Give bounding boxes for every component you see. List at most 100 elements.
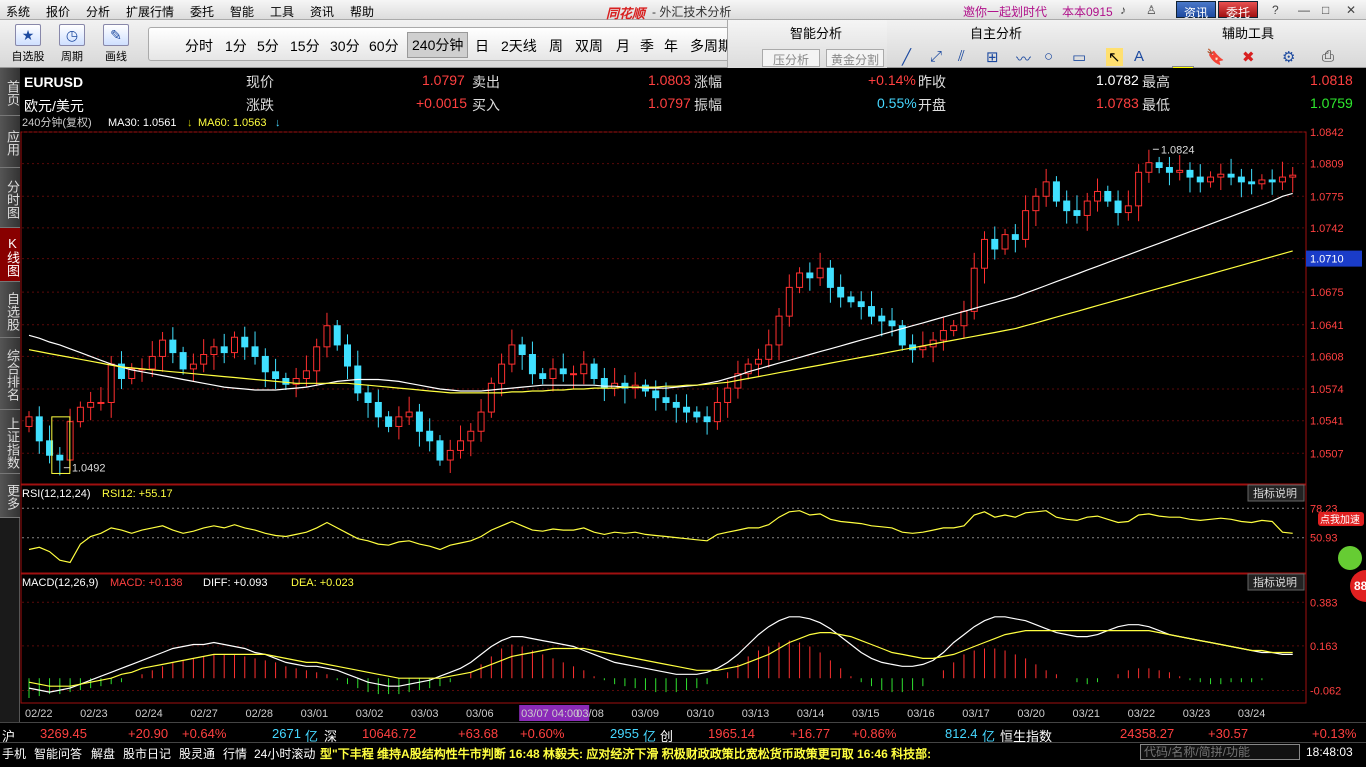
side-tab-shanghai-index[interactable]: 上证指数 bbox=[0, 410, 20, 474]
settings-icon[interactable]: ⚙ bbox=[1282, 48, 1295, 66]
period-240min[interactable]: 240分钟 bbox=[407, 32, 469, 58]
status-mobile[interactable]: 手机 bbox=[2, 745, 26, 762]
close-icon[interactable]: ✕ bbox=[1346, 3, 1356, 17]
menu-smart[interactable]: 智能 bbox=[230, 3, 254, 20]
search-input[interactable] bbox=[1140, 744, 1300, 760]
promo-badge-label[interactable]: 点我加速 bbox=[1320, 514, 1360, 526]
side-tab-ranking[interactable]: 综合排名 bbox=[0, 338, 20, 410]
period-tool[interactable]: ◷ 周期 bbox=[52, 24, 92, 64]
candle-down bbox=[559, 368, 567, 375]
menu-extended-quotes[interactable]: 扩展行情 bbox=[126, 3, 174, 20]
macd-help-label[interactable]: 指标说明 bbox=[1253, 575, 1297, 589]
candle-up bbox=[405, 411, 413, 418]
rsi-help-label[interactable]: 指标说明 bbox=[1253, 486, 1297, 500]
candle-up bbox=[970, 267, 978, 312]
rect-tool-icon[interactable]: ▭ bbox=[1072, 48, 1086, 66]
bell-icon[interactable]: ♪ bbox=[1120, 3, 1126, 17]
candle-up bbox=[1083, 200, 1091, 216]
menu-help[interactable]: 帮助 bbox=[350, 3, 374, 20]
shirt-icon[interactable]: ♙ bbox=[1146, 3, 1157, 17]
status-stock-tong[interactable]: 股灵通 bbox=[179, 745, 215, 762]
period-month[interactable]: 月 bbox=[616, 36, 630, 56]
delete-icon[interactable]: ✖ bbox=[1242, 48, 1255, 66]
mascot-icon[interactable] bbox=[1338, 546, 1362, 570]
period-quarter[interactable]: 季 bbox=[640, 36, 654, 56]
candle-up bbox=[919, 346, 927, 351]
side-tab-apps[interactable]: 应用 bbox=[0, 116, 20, 168]
period-60min[interactable]: 60分 bbox=[369, 36, 399, 56]
watchlist-tool[interactable]: ★ 自选股 bbox=[8, 24, 48, 64]
value-change-pct: +0.14% bbox=[868, 72, 916, 88]
news-ticker-container[interactable]: 型"下丰程 维持A股结构性牛市判断 16:48 林毅夫: 应对经济下滑 积极财政… bbox=[318, 743, 1136, 763]
menu-analysis[interactable]: 分析 bbox=[86, 3, 110, 20]
minimize-icon[interactable]: — bbox=[1298, 3, 1310, 17]
period-multi[interactable]: 多周期 bbox=[690, 36, 732, 56]
side-tab-timeline[interactable]: 分时图 bbox=[0, 168, 20, 228]
side-tab-watchlist[interactable]: 自选股 bbox=[0, 282, 20, 338]
pressure-analysis-button[interactable]: 压分析 bbox=[762, 49, 820, 67]
circle-tool-icon[interactable]: ○ bbox=[1044, 48, 1053, 65]
draw-tool[interactable]: ✎ 画线 bbox=[96, 24, 136, 64]
menu-trade[interactable]: 委托 bbox=[190, 3, 214, 20]
promo-link[interactable]: 邀你一起划时代 bbox=[963, 3, 1047, 20]
status-24h-news[interactable]: 24小时滚动 bbox=[254, 745, 315, 762]
wave-tool-icon[interactable]: 〰 bbox=[1016, 48, 1031, 69]
period-1min[interactable]: 1分 bbox=[225, 36, 247, 56]
cy-change: +16.77 bbox=[790, 726, 831, 741]
candle-up bbox=[1289, 174, 1297, 178]
period-label: 周期 bbox=[61, 51, 83, 63]
bookmark-icon[interactable]: 🔖 bbox=[1206, 48, 1225, 66]
badge-number: 88 bbox=[1354, 579, 1366, 593]
period-5min[interactable]: 5分 bbox=[257, 36, 279, 56]
kline-chart[interactable]: 1.0824 1.0492 1.0842 1.0809 1.0775 1.0742 1.0… bbox=[20, 115, 1366, 706]
candle-down bbox=[1155, 162, 1163, 168]
promo-badge[interactable]: 点我加速 88 bbox=[1318, 512, 1366, 602]
menu-system[interactable]: 系统 bbox=[6, 3, 30, 20]
date-tick-label: 02/27 bbox=[190, 708, 218, 720]
status-quotes[interactable]: 行情 bbox=[223, 745, 247, 762]
ray-tool-icon[interactable]: ⤢ bbox=[930, 48, 942, 65]
candle-down bbox=[1227, 173, 1235, 178]
help-icon[interactable]: ? bbox=[1272, 3, 1279, 17]
menu-news[interactable]: 资讯 bbox=[310, 3, 334, 20]
text-tool-icon[interactable]: A bbox=[1134, 48, 1144, 65]
period-week[interactable]: 周 bbox=[549, 36, 563, 56]
candle-down bbox=[56, 454, 64, 461]
side-tab-kline[interactable]: K线图 bbox=[0, 228, 20, 282]
period-day[interactable]: 日 bbox=[475, 36, 489, 56]
candle-up bbox=[189, 363, 197, 370]
news-ticker[interactable]: 型"下丰程 维持A股结构性牛市判断 16:48 林毅夫: 应对经济下滑 积极财政… bbox=[320, 745, 931, 762]
period-2day[interactable]: 2天线 bbox=[501, 36, 537, 56]
menu-tools[interactable]: 工具 bbox=[270, 3, 294, 20]
period-30min[interactable]: 30分 bbox=[330, 36, 360, 56]
screenshot-icon[interactable]: ⎙ bbox=[1322, 48, 1334, 65]
cursor-icon[interactable]: ↖ bbox=[1106, 48, 1123, 66]
candle-down bbox=[1052, 181, 1060, 202]
golden-section-button[interactable]: 黄金分割 bbox=[826, 49, 884, 67]
status-stock-diary[interactable]: 股市日记 bbox=[123, 745, 171, 762]
candle-up bbox=[107, 363, 115, 403]
news-button[interactable]: 资讯 bbox=[1176, 1, 1216, 20]
period-2week[interactable]: 双周 bbox=[575, 36, 603, 56]
trade-button[interactable]: 委托 bbox=[1218, 1, 1258, 20]
candle-down bbox=[272, 371, 280, 379]
period-year[interactable]: 年 bbox=[664, 36, 678, 56]
side-tab-home[interactable]: 首页 bbox=[0, 68, 20, 116]
parallel-tool-icon[interactable]: ⊞ bbox=[986, 48, 999, 66]
status-market-comment[interactable]: 解盘 bbox=[91, 745, 115, 762]
candle-up bbox=[76, 406, 84, 423]
chart-area[interactable]: 1.0824 1.0492 1.0842 1.0809 1.0775 1.0742 1.0… bbox=[20, 115, 1366, 706]
y-tick-label: 1.0842 bbox=[1310, 127, 1344, 139]
line-tool-icon[interactable]: ╱ bbox=[902, 48, 911, 66]
side-tab-more[interactable]: 更多 bbox=[0, 474, 20, 518]
candle-up bbox=[487, 382, 495, 413]
candle-down bbox=[806, 272, 814, 279]
period-tick[interactable]: 分时 bbox=[185, 36, 213, 56]
menu-quote[interactable]: 报价 bbox=[46, 3, 70, 20]
maximize-icon[interactable]: □ bbox=[1322, 3, 1329, 17]
watchlist-label: 自选股 bbox=[11, 51, 45, 63]
status-smart-qa[interactable]: 智能问答 bbox=[34, 745, 82, 762]
period-15min[interactable]: 15分 bbox=[290, 36, 320, 56]
rsi-legend-value: RSI12: +55.17 bbox=[102, 488, 173, 500]
channel-tool-icon[interactable]: ⫽ bbox=[958, 48, 965, 65]
